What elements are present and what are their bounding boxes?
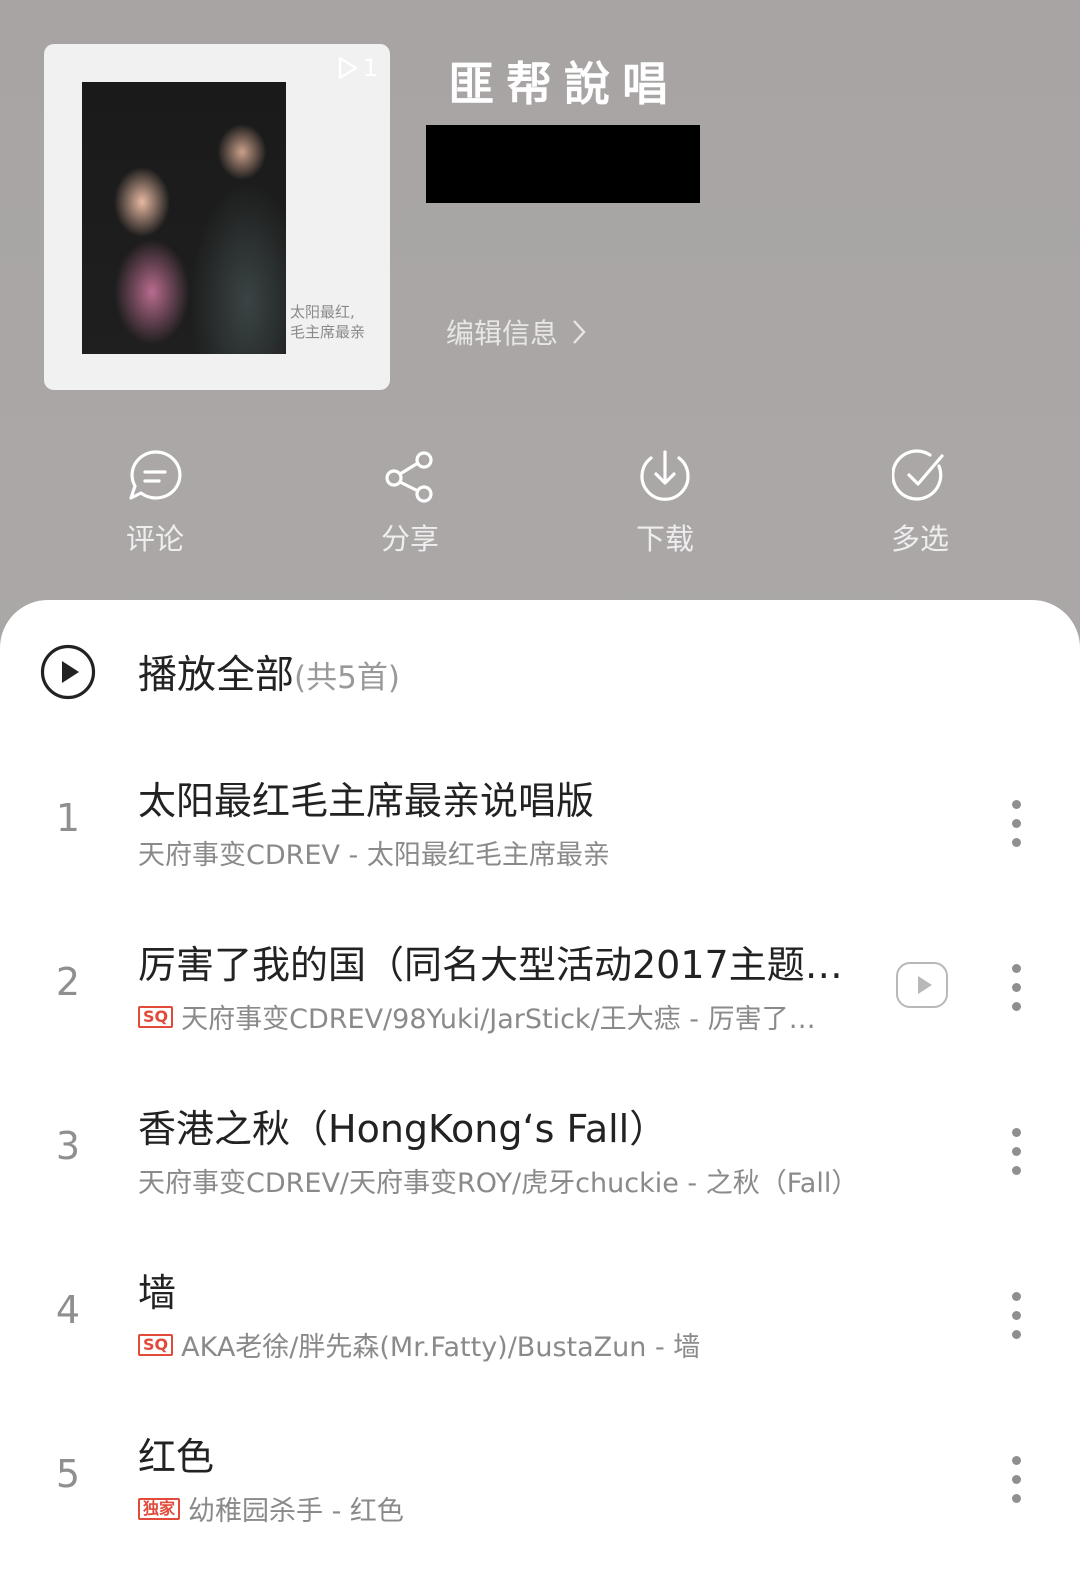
cover-caption-line1: 太阳最红, — [290, 303, 355, 321]
share-icon — [385, 451, 433, 503]
song-index: 3 — [55, 1124, 81, 1168]
song-artist-album: AKA老徐/胖先森(Mr.Fatty)/BustaZun - 墙 — [181, 1332, 701, 1363]
more-options-button[interactable] — [1010, 1456, 1022, 1506]
song-title: 厉害了我的国（同名大型活动2017主题… — [138, 943, 843, 987]
download-button[interactable]: 下载 — [585, 448, 745, 558]
redacted-block — [426, 125, 700, 203]
action-bar: 评论 分享 下载 多选 — [0, 448, 1080, 568]
song-artist-album: 幼稚园杀手 - 红色 — [188, 1496, 404, 1527]
play-count-icon — [338, 56, 357, 80]
song-index: 1 — [55, 796, 81, 840]
share-label: 分享 — [380, 522, 439, 556]
song-title: 香港之秋（HongKong‘s Fall） — [138, 1107, 668, 1151]
playlist-cover[interactable]: 太阳最红, 毛主席最亲 1 — [44, 44, 390, 390]
sq-badge: SQ — [138, 1333, 174, 1356]
song-subtitle: 天府事变CDREV - 太阳最红毛主席最亲 — [138, 833, 610, 872]
song-index: 5 — [55, 1452, 81, 1496]
comment-button[interactable]: 评论 — [75, 448, 235, 558]
edit-info-link[interactable]: 编辑信息 — [446, 312, 586, 352]
song-subtitle: SQ 天府事变CDREV/98Yuki/JarStick/王大痣 - 厉害了… — [138, 997, 816, 1036]
cover-artwork — [82, 82, 286, 354]
song-index: 2 — [55, 960, 81, 1004]
multiselect-icon — [892, 449, 944, 501]
multiselect-button[interactable]: 多选 — [840, 448, 1000, 558]
song-artist-album: 天府事变CDREV - 太阳最红毛主席最亲 — [138, 840, 610, 871]
song-title: 太阳最红毛主席最亲说唱版 — [138, 779, 595, 823]
song-index: 4 — [55, 1288, 81, 1332]
download-label: 下载 — [635, 522, 694, 556]
exclusive-badge: 独家 — [138, 1497, 181, 1520]
sq-badge: SQ — [138, 1005, 174, 1028]
song-row[interactable]: 1 太阳最红毛主席最亲说唱版 天府事变CDREV - 太阳最红毛主席最亲 — [0, 750, 1080, 900]
download-icon — [640, 450, 690, 501]
play-all-text: 播放全部 — [138, 653, 295, 698]
edit-info-label: 编辑信息 — [446, 317, 559, 350]
play-count: 1 — [337, 54, 378, 82]
share-button[interactable]: 分享 — [330, 448, 490, 558]
cover-caption: 太阳最红, 毛主席最亲 — [290, 302, 380, 342]
play-all-button[interactable]: 播放全部(共5首) — [40, 644, 400, 700]
song-artist-album: 天府事变CDREV/天府事变ROY/虎牙chuckie - 之秋（Fall） — [138, 1168, 859, 1199]
mv-play-button[interactable] — [896, 962, 948, 1008]
song-artist-album: 天府事变CDREV/98Yuki/JarStick/王大痣 - 厉害了… — [181, 1004, 816, 1035]
play-all-label: 播放全部(共5首) — [138, 644, 400, 700]
song-row[interactable]: 4 墙 SQ AKA老徐/胖先森(Mr.Fatty)/BustaZun - 墙 — [0, 1242, 1080, 1392]
song-row[interactable]: 3 香港之秋（HongKong‘s Fall） 天府事变CDREV/天府事变RO… — [0, 1078, 1080, 1228]
song-row[interactable]: 5 红色 独家 幼稚园杀手 - 红色 — [0, 1406, 1080, 1556]
song-subtitle: 天府事变CDREV/天府事变ROY/虎牙chuckie - 之秋（Fall） — [138, 1161, 858, 1200]
play-all-count: (共5首) — [294, 660, 400, 696]
comment-label: 评论 — [125, 522, 184, 556]
cover-caption-line2: 毛主席最亲 — [290, 323, 366, 341]
chevron-right-icon — [573, 320, 586, 344]
more-options-button[interactable] — [1010, 964, 1022, 1014]
song-subtitle: 独家 幼稚园杀手 - 红色 — [138, 1489, 404, 1528]
song-title: 红色 — [138, 1435, 215, 1479]
more-options-button[interactable] — [1010, 800, 1022, 850]
play-circle-icon — [40, 644, 96, 700]
multiselect-label: 多选 — [890, 522, 949, 556]
more-options-button[interactable] — [1010, 1128, 1022, 1178]
play-count-value: 1 — [362, 54, 378, 82]
more-options-button[interactable] — [1010, 1292, 1022, 1342]
comment-icon — [129, 450, 182, 500]
song-row[interactable]: 2 厉害了我的国（同名大型活动2017主题… SQ 天府事变CDREV/98Yu… — [0, 914, 1080, 1064]
song-subtitle: SQ AKA老徐/胖先森(Mr.Fatty)/BustaZun - 墙 — [138, 1325, 700, 1364]
song-list-sheet: 播放全部(共5首) 1 太阳最红毛主席最亲说唱版 天府事变CDREV - 太阳最… — [0, 600, 1080, 1575]
song-title: 墙 — [138, 1271, 177, 1315]
playlist-title: 匪帮說唱 — [448, 57, 680, 111]
